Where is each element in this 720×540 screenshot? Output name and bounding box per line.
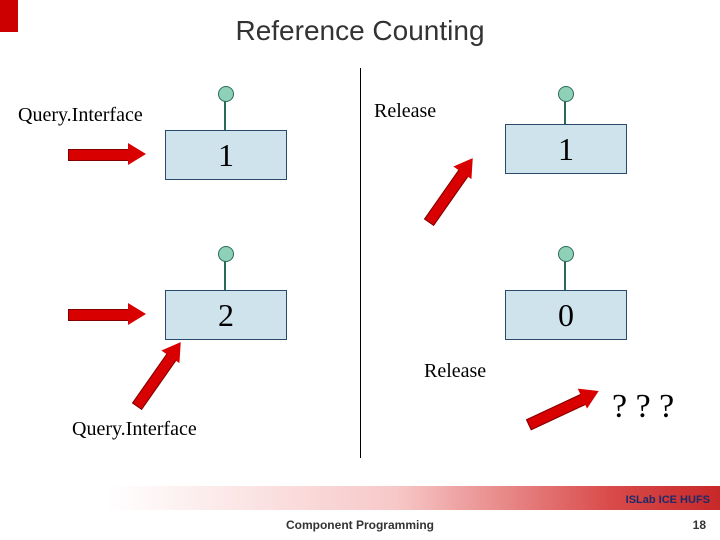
label-question-marks: ? ? ? (612, 388, 674, 426)
center-divider (360, 68, 361, 458)
refcount-box-right-top: 1 (505, 124, 627, 174)
footer-gradient (0, 486, 720, 510)
footer-lab: ISLab ICE HUFS (626, 494, 710, 506)
refcount-box-left-top: 1 (165, 130, 287, 180)
slide-title: Reference Counting (0, 15, 720, 47)
label-release-bottom: Release (424, 360, 486, 383)
interface-lollipop-icon (224, 100, 226, 130)
interface-lollipop-icon (564, 260, 566, 290)
slide: Reference Counting Query.Interface Relea… (0, 0, 720, 540)
refcount-box-right-bottom: 0 (505, 290, 627, 340)
label-queryinterface-bottom: Query.Interface (72, 418, 197, 441)
label-release-top: Release (374, 100, 436, 123)
label-queryinterface-top: Query.Interface (18, 104, 143, 127)
interface-lollipop-icon (224, 260, 226, 290)
refcount-box-left-bottom: 2 (165, 290, 287, 340)
footer-subtitle: Component Programming (0, 518, 720, 532)
footer-page-number: 18 (693, 518, 706, 532)
